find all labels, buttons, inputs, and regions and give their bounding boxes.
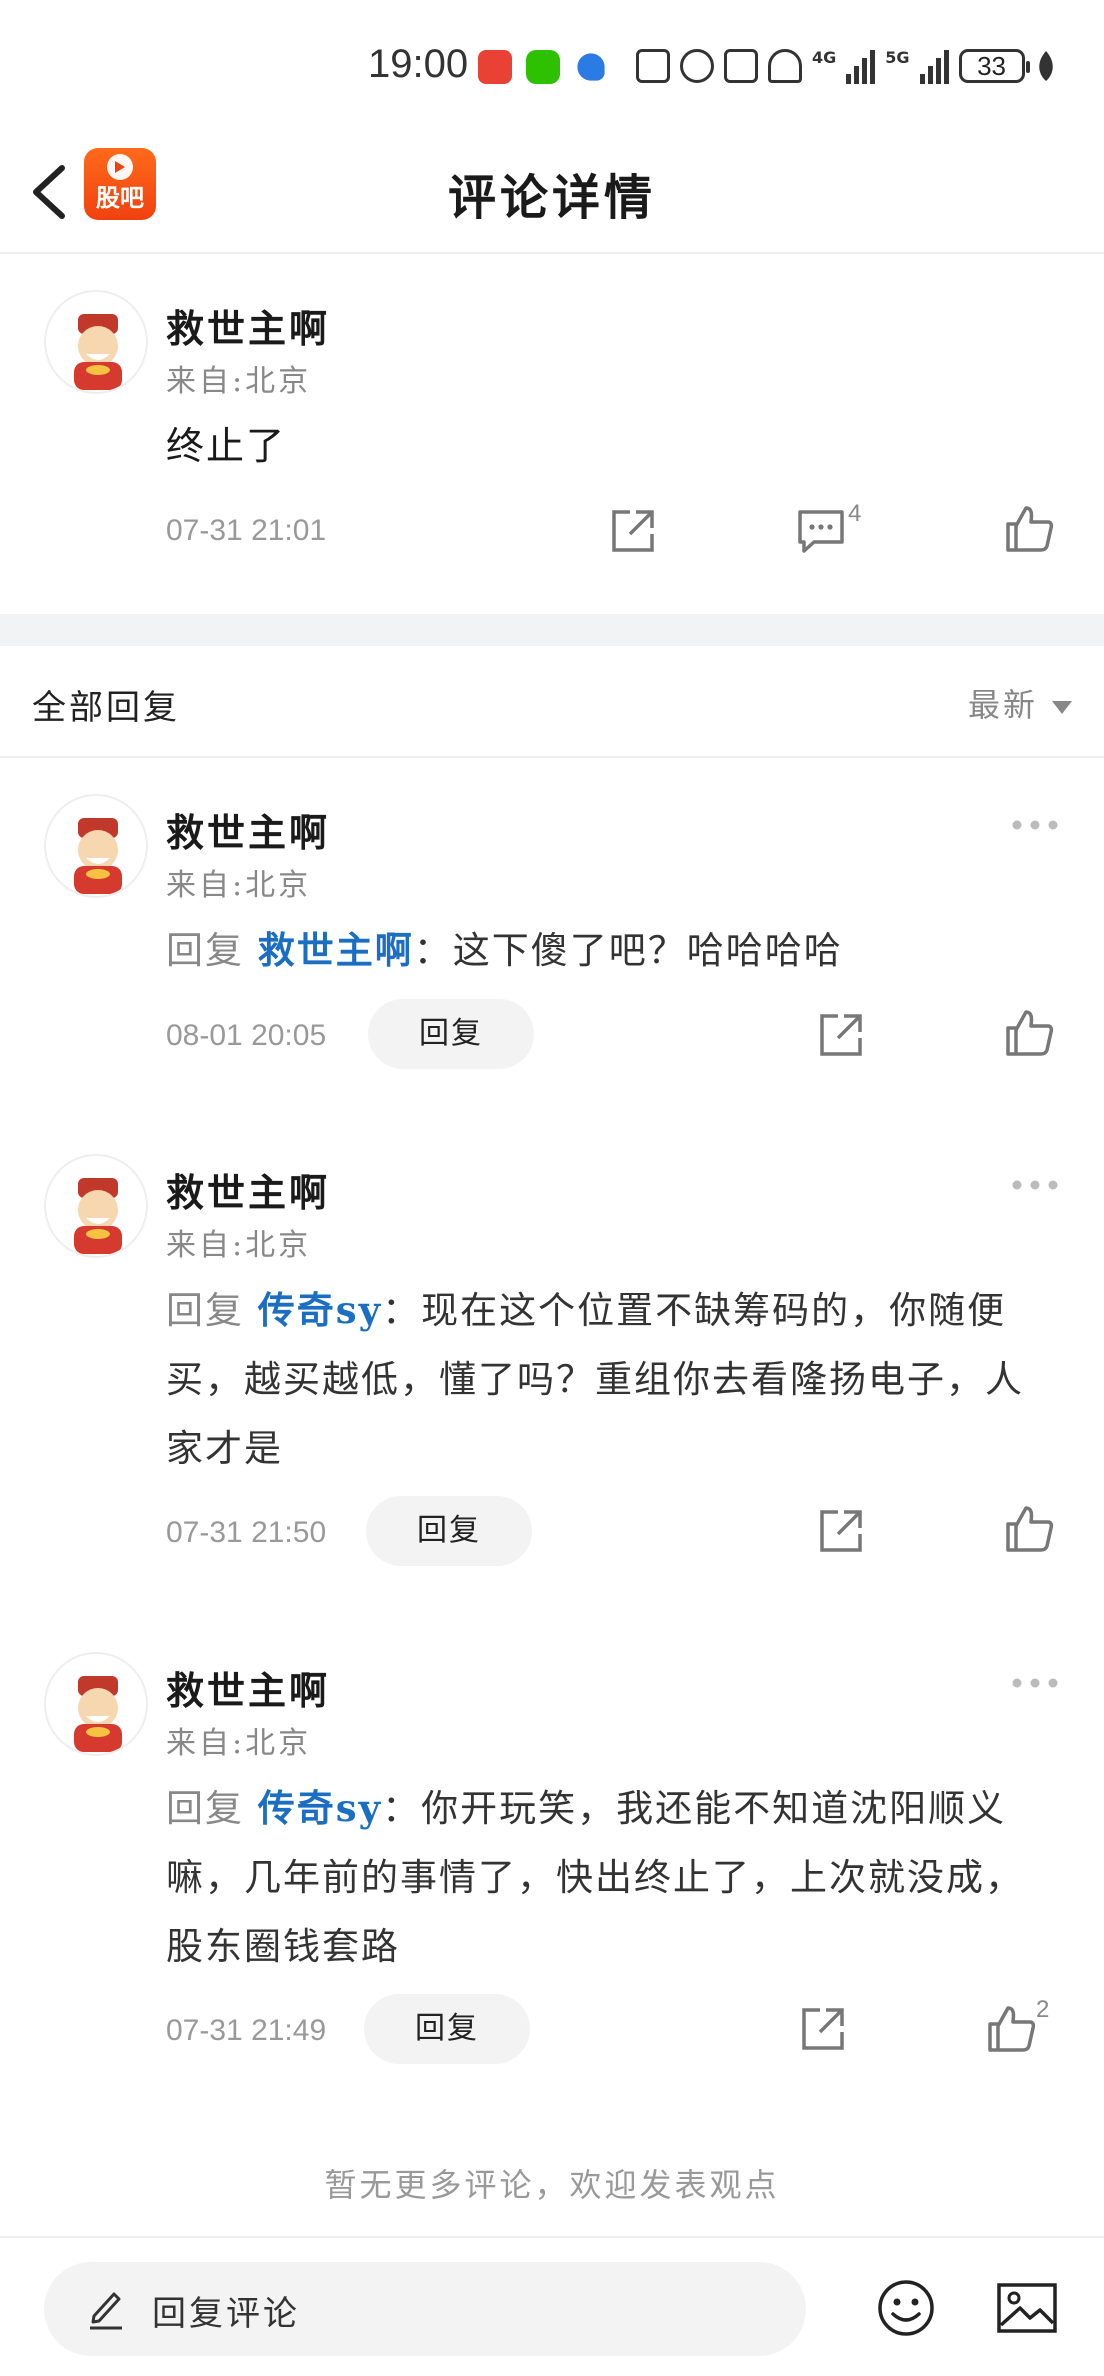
signal-icon-2 [919, 48, 949, 84]
reply-input-placeholder: 回复评论 [152, 2294, 300, 2334]
share-icon[interactable] [816, 1506, 866, 1556]
reply-to-user-link[interactable]: 传奇sy [258, 1786, 382, 1830]
reply-to-user-link[interactable]: 救世主啊 [258, 928, 414, 972]
reply-prefix: 回复 [166, 1787, 244, 1830]
more-options-icon[interactable] [1010, 1178, 1060, 1192]
signal-icon [846, 48, 876, 84]
pencil-icon [90, 2292, 122, 2330]
wechat-icon [526, 50, 560, 84]
app-notification-icon [478, 50, 512, 84]
like-icon[interactable] [1004, 1008, 1054, 1058]
reply-username[interactable]: 救世主啊 [166, 802, 330, 857]
system-icons: 4G 5G 33 [636, 48, 1057, 84]
comment-icon[interactable] [796, 506, 846, 556]
like-icon[interactable] [986, 2004, 1036, 2054]
avatar[interactable] [44, 1652, 148, 1756]
avatar-caishen-icon [74, 1178, 122, 1254]
reply-content: 回复 传奇sy：现在这个位置不缺筹码的，你随便买，越买越低，懂了吗？重组你去看隆… [166, 1276, 1046, 1483]
section-divider [0, 614, 1104, 646]
post-username[interactable]: 救世主啊 [166, 298, 330, 353]
mute-icon [768, 49, 802, 83]
share-icon[interactable] [816, 1010, 866, 1060]
share-icon[interactable] [608, 506, 658, 556]
avatar[interactable] [44, 290, 148, 394]
page-title: 评论详情 [447, 170, 656, 226]
reply-time: 08-01 20:05 [166, 1019, 327, 1052]
replies-header: 全部回复 最新 [0, 646, 1104, 758]
all-replies-title: 全部回复 [32, 688, 180, 728]
post-content: 终止了 [166, 424, 287, 468]
bluetooth-battery-icon [724, 49, 758, 83]
post-location: 来自:北京 [166, 364, 312, 399]
reply-content: 回复 救世主啊：这下傻了吧？哈哈哈哈 [166, 916, 1046, 985]
alarm-icon [680, 49, 714, 83]
avatar-caishen-icon [74, 818, 122, 894]
title-bar: 股吧 评论详情 [0, 136, 1104, 254]
reply-username[interactable]: 救世主啊 [166, 1660, 330, 1715]
reply-button[interactable]: 回复 [364, 1994, 530, 2064]
status-bar: 19:00 4G 5G 33 [0, 0, 1104, 136]
reply-location: 来自:北京 [166, 1228, 312, 1263]
reply-username[interactable]: 救世主啊 [166, 1162, 330, 1217]
comment-count: 4 [848, 500, 862, 527]
more-options-icon[interactable] [1010, 1676, 1060, 1690]
sort-label: 最新 [967, 686, 1038, 724]
sort-dropdown[interactable]: 最新 [968, 680, 1072, 726]
avatar[interactable] [44, 1154, 148, 1258]
reply-time: 07-31 21:50 [166, 1516, 327, 1549]
reply-prefix: 回复 [166, 1289, 244, 1332]
reply-content: 回复 传奇sy：你开玩笑，我还能不知道沈阳顺义嘛，几年前的事情了，快出终止了，上… [166, 1774, 1046, 1981]
avatar[interactable] [44, 794, 148, 898]
reply-comment-input[interactable]: 回复评论 [44, 2262, 806, 2356]
like-icon[interactable] [1004, 1504, 1054, 1554]
reply-text: ：这下傻了吧？哈哈哈哈 [413, 929, 843, 972]
like-icon[interactable] [1004, 504, 1054, 554]
share-icon[interactable] [798, 2004, 848, 2054]
reply-time: 07-31 21:49 [166, 2014, 327, 2047]
reply-location: 来自:北京 [166, 868, 312, 903]
like-count: 2 [1036, 1996, 1050, 2023]
nfc-icon [636, 49, 670, 83]
avatar-caishen-icon [74, 1676, 122, 1752]
more-options-icon[interactable] [1010, 818, 1060, 832]
bottom-bar: 回复评论 [0, 2236, 1104, 2376]
image-icon[interactable] [996, 2280, 1058, 2336]
post-time: 07-31 21:01 [166, 514, 327, 547]
no-more-comments-note: 暂无更多评论，欢迎发表观点 [324, 2166, 780, 2204]
app-bird-icon [577, 53, 605, 81]
reply-prefix: 回复 [166, 929, 244, 972]
notification-icons [478, 50, 608, 84]
triangle-down-icon [1052, 701, 1072, 714]
battery-indicator: 33 [958, 49, 1030, 83]
reply-button[interactable]: 回复 [366, 1496, 532, 1566]
reply-button[interactable]: 回复 [368, 999, 534, 1069]
reply-location: 来自:北京 [166, 1726, 312, 1761]
status-time: 19:00 [368, 42, 469, 86]
reply-to-user-link[interactable]: 传奇sy [258, 1288, 382, 1332]
leaf-icon [1038, 51, 1053, 81]
avatar-caishen-icon [74, 314, 122, 390]
network-4g-label: 4G [812, 48, 837, 67]
network-5g-label: 5G [885, 48, 910, 67]
emoji-icon[interactable] [876, 2278, 936, 2338]
